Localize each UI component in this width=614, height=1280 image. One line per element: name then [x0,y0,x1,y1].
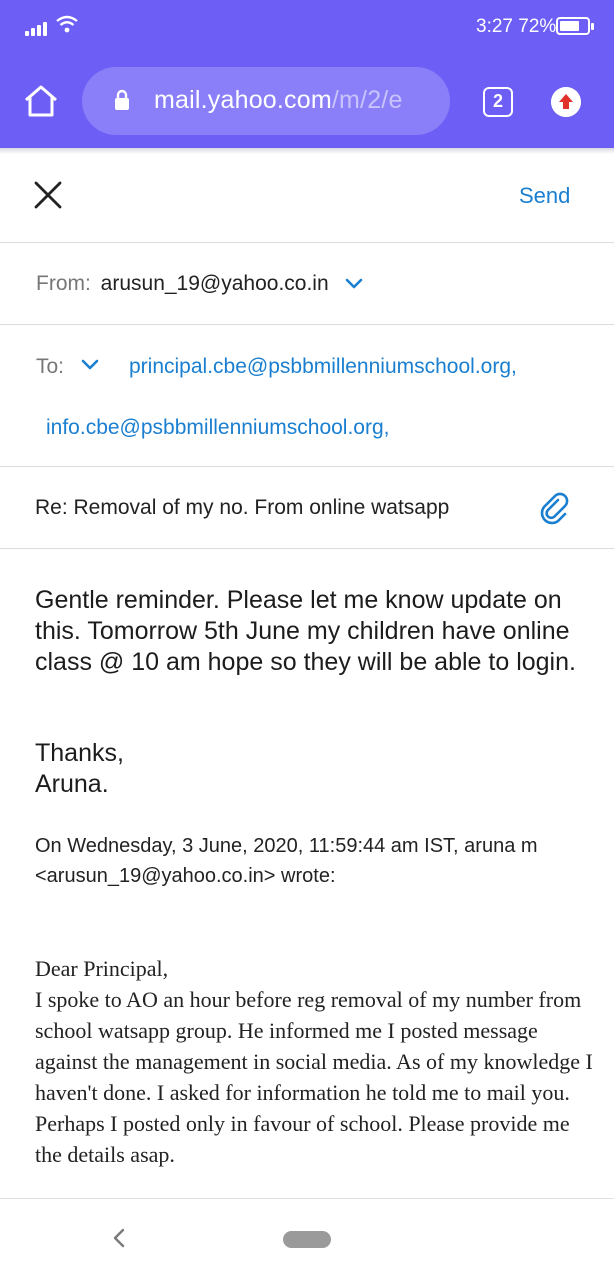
divider [0,548,614,549]
signature-line: Aruna. [35,770,109,798]
system-nav-bar [0,1198,614,1280]
quote-header: On Wednesday, 3 June, 2020, 11:59:44 am … [35,831,595,891]
browser-chrome: 3:27 72% mail.yahoo.com/m/2/e 2 [0,0,614,148]
url-bar[interactable]: mail.yahoo.com/m/2/e [82,67,450,135]
from-field[interactable]: From: arusun_19@yahoo.co.in [36,272,363,296]
quote-header-line: <arusun_19@yahoo.co.in> wrote: [35,865,336,887]
from-label: From: [36,272,91,295]
quote-header-line: On Wednesday, 3 June, 2020, 11:59:44 am … [35,835,538,857]
update-icon[interactable] [551,87,581,117]
quoted-text: I spoke to AO an hour before reg removal… [35,987,593,1167]
chevron-down-icon[interactable] [81,359,99,371]
divider [0,466,614,467]
to-label: To: [36,355,65,378]
quoted-message: Dear Principal, I spoke to AO an hour be… [35,953,595,1170]
attachment-icon[interactable] [538,491,572,525]
send-button[interactable]: Send [519,183,570,209]
status-time: 3:27 [476,16,513,37]
divider [0,324,614,325]
url-host: mail.yahoo.com [154,86,332,114]
recipient-chip[interactable]: info.cbe@psbbmillenniumschool.org, [46,416,390,440]
status-bar: 3:27 72% [0,0,614,56]
thanks-line: Thanks, [35,739,124,767]
message-body[interactable]: Gentle reminder. Please let me know upda… [35,585,595,678]
battery-fill [560,21,579,31]
battery-icon [556,17,594,35]
signal-icon [25,18,51,36]
chevron-down-icon[interactable] [345,278,363,290]
divider [0,242,614,243]
tabs-button[interactable]: 2 [483,87,513,117]
quoted-greeting: Dear Principal, [35,956,169,981]
url-text: mail.yahoo.com/m/2/e [154,86,403,115]
close-icon[interactable] [33,180,63,210]
message-closing[interactable]: Thanks, Aruna. [35,738,124,800]
lock-icon [115,89,129,110]
subject-field[interactable]: Re: Removal of my no. From online watsap… [35,496,449,520]
tab-count: 2 [492,91,503,111]
battery-percent: 72% [518,16,557,37]
url-path: /m/2/e [331,86,403,114]
chrome-shadow [0,148,614,154]
home-icon[interactable] [22,82,60,120]
recipient-chip[interactable]: principal.cbe@psbbmillenniumschool.org, [129,355,517,379]
from-value: arusun_19@yahoo.co.in [100,272,329,295]
back-icon[interactable] [108,1227,130,1249]
wifi-icon [56,15,78,33]
home-pill[interactable] [283,1231,331,1248]
